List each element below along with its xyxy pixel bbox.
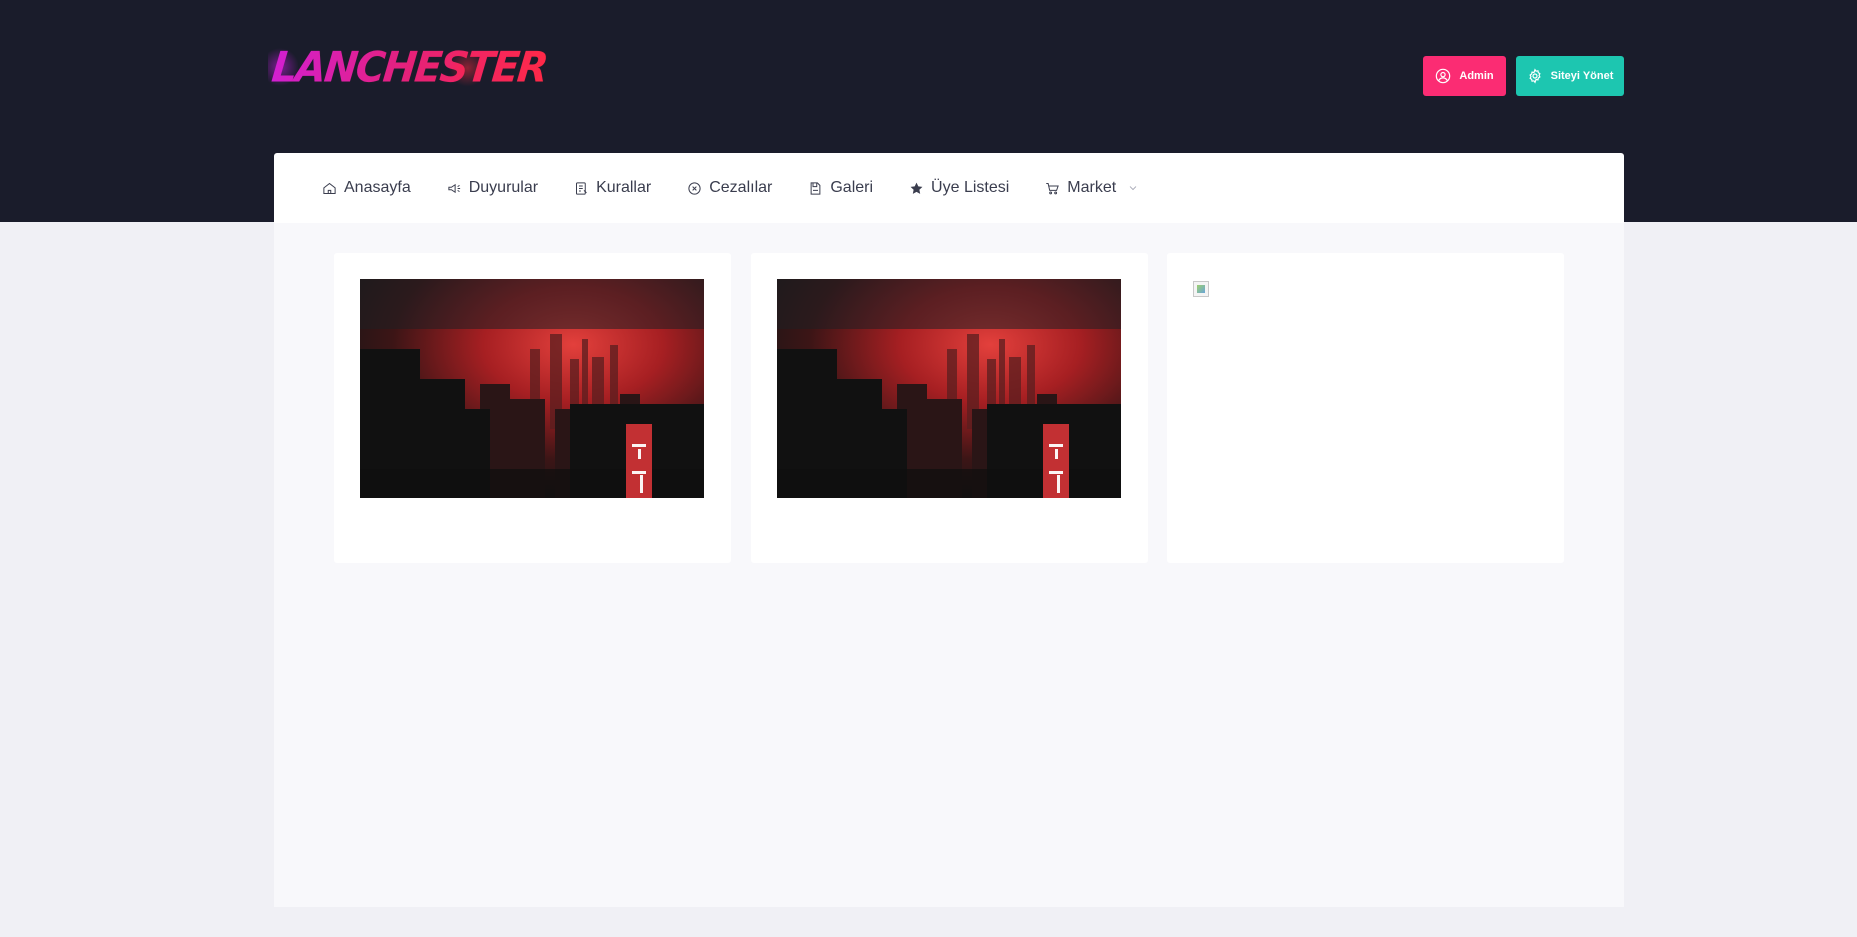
logo-text: LANCHESTER <box>269 43 549 93</box>
gallery-card[interactable] <box>1167 253 1564 563</box>
manage-site-button[interactable]: Siteyi Yönet <box>1516 56 1624 96</box>
star-icon <box>910 182 923 194</box>
nav-item-uye-listesi[interactable]: Üye Listesi <box>909 179 1009 197</box>
city-image <box>360 279 704 498</box>
nav-item-label: Market <box>1067 179 1117 196</box>
nav-item-label: Galeri <box>830 179 874 196</box>
main-nav: Anasayfa Duyurular Kurallar Cezalılar Ga… <box>274 153 1624 223</box>
gear-icon <box>1528 68 1541 84</box>
cart-icon <box>1046 182 1060 194</box>
nav-item-label: Anasayfa <box>344 179 411 196</box>
manage-site-button-label: Siteyi Yönet <box>1550 70 1614 82</box>
nav-item-label: Duyurular <box>468 179 539 196</box>
home-icon <box>323 182 336 194</box>
gallery-image[interactable] <box>777 279 1121 498</box>
gallery-icon <box>810 181 821 195</box>
nav-item-market[interactable]: Market <box>1045 179 1139 197</box>
gallery-card[interactable] <box>751 253 1148 563</box>
nav-item-label: Cezalılar <box>709 179 773 196</box>
nav-item-anasayfa[interactable]: Anasayfa <box>322 179 411 197</box>
admin-button[interactable]: Admin <box>1423 56 1506 96</box>
nav-item-kurallar[interactable]: Kurallar <box>574 179 651 197</box>
megaphone-icon <box>448 183 460 193</box>
nav-item-galeri[interactable]: Galeri <box>808 179 873 197</box>
chevron-down-icon <box>1129 186 1137 191</box>
nav-item-duyurular[interactable]: Duyurular <box>447 179 538 197</box>
gallery-image[interactable] <box>360 279 704 498</box>
site-logo[interactable]: LANCHESTER <box>268 36 549 100</box>
gallery-card[interactable] <box>334 253 731 563</box>
x-circle-icon <box>688 181 701 195</box>
nav-item-label: Üye Listesi <box>931 179 1010 196</box>
admin-button-label: Admin <box>1459 70 1494 82</box>
nav-item-label: Kurallar <box>596 179 652 196</box>
gallery-content <box>274 223 1624 907</box>
rules-icon <box>576 181 587 195</box>
city-image <box>777 279 1121 498</box>
nav-item-cezalilar[interactable]: Cezalılar <box>687 179 772 197</box>
broken-image-icon[interactable] <box>1193 281 1209 297</box>
user-circle-icon <box>1436 68 1451 84</box>
